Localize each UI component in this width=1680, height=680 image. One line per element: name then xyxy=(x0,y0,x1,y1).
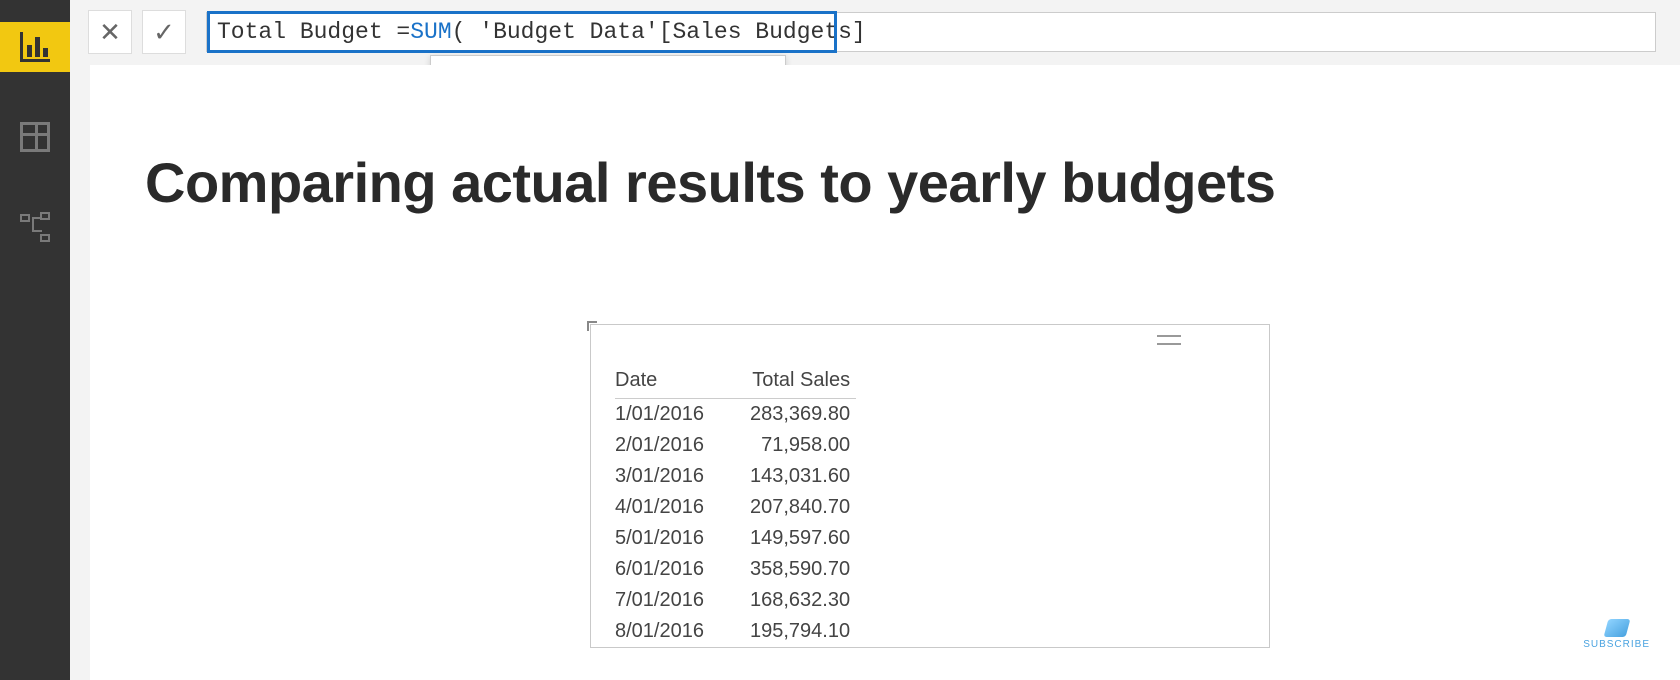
cancel-formula-button[interactable] xyxy=(88,10,132,54)
column-header-total-sales[interactable]: Total Sales xyxy=(722,369,856,399)
cell-date: 5/01/2016 xyxy=(615,523,722,554)
relationship-icon xyxy=(20,212,50,242)
cell-total-sales: 71,958.00 xyxy=(722,430,856,461)
resize-handle-icon[interactable] xyxy=(587,321,597,331)
report-canvas[interactable]: Comparing actual results to yearly budge… xyxy=(90,65,1680,680)
cell-date: 4/01/2016 xyxy=(615,492,722,523)
cell-date: 3/01/2016 xyxy=(615,461,722,492)
cell-total-sales: 149,597.60 xyxy=(722,523,856,554)
data-table: Date Total Sales 1/01/2016283,369.802/01… xyxy=(615,369,856,647)
table-row[interactable]: 5/01/2016149,597.60 xyxy=(615,523,856,554)
formula-text-func: SUM xyxy=(410,19,451,45)
cell-total-sales: 168,632.30 xyxy=(722,585,856,616)
drag-handle-icon[interactable] xyxy=(1157,335,1181,345)
view-rail xyxy=(0,0,70,680)
table-header-row: Date Total Sales xyxy=(615,369,856,399)
table-row[interactable]: 1/01/2016283,369.80 xyxy=(615,399,856,431)
cell-total-sales: 195,794.10 xyxy=(722,616,856,647)
cell-date: 1/01/2016 xyxy=(615,399,722,431)
close-icon xyxy=(99,17,121,48)
formula-bar-area: Total Budget = SUM ( 'Budget Data'[Sales… xyxy=(88,10,1656,54)
check-icon xyxy=(153,17,175,48)
table-row[interactable]: 7/01/2016168,632.30 xyxy=(615,585,856,616)
table-visual[interactable]: Date Total Sales 1/01/2016283,369.802/01… xyxy=(590,324,1270,648)
report-view-button[interactable] xyxy=(0,22,70,72)
table-row[interactable]: 6/01/2016358,590.70 xyxy=(615,554,856,585)
cell-date: 6/01/2016 xyxy=(615,554,722,585)
formula-input[interactable]: Total Budget = SUM ( 'Budget Data'[Sales… xyxy=(206,12,1656,52)
cell-total-sales: 358,590.70 xyxy=(722,554,856,585)
cell-total-sales: 283,369.80 xyxy=(722,399,856,431)
subscribe-badge[interactable]: SUBSCRIBE xyxy=(1583,619,1650,650)
cell-total-sales: 207,840.70 xyxy=(722,492,856,523)
table-row[interactable]: 2/01/201671,958.00 xyxy=(615,430,856,461)
model-view-button[interactable] xyxy=(0,202,70,252)
formula-text-args: ( 'Budget Data'[Sales Budgets] xyxy=(452,19,866,45)
data-view-button[interactable] xyxy=(0,112,70,162)
commit-formula-button[interactable] xyxy=(142,10,186,54)
bar-chart-icon xyxy=(20,32,50,62)
cell-total-sales: 143,031.60 xyxy=(722,461,856,492)
subscribe-label: SUBSCRIBE xyxy=(1583,639,1650,650)
cell-date: 2/01/2016 xyxy=(615,430,722,461)
table-row[interactable]: 3/01/2016143,031.60 xyxy=(615,461,856,492)
table-row[interactable]: 8/01/2016195,794.10 xyxy=(615,616,856,647)
cell-date: 8/01/2016 xyxy=(615,616,722,647)
column-header-date[interactable]: Date xyxy=(615,369,722,399)
table-row[interactable]: 4/01/2016207,840.70 xyxy=(615,492,856,523)
logo-icon xyxy=(1603,619,1630,637)
page-title: Comparing actual results to yearly budge… xyxy=(145,150,1275,215)
formula-text-prefix: Total Budget = xyxy=(217,19,410,45)
cell-date: 7/01/2016 xyxy=(615,585,722,616)
table-icon xyxy=(20,122,50,152)
